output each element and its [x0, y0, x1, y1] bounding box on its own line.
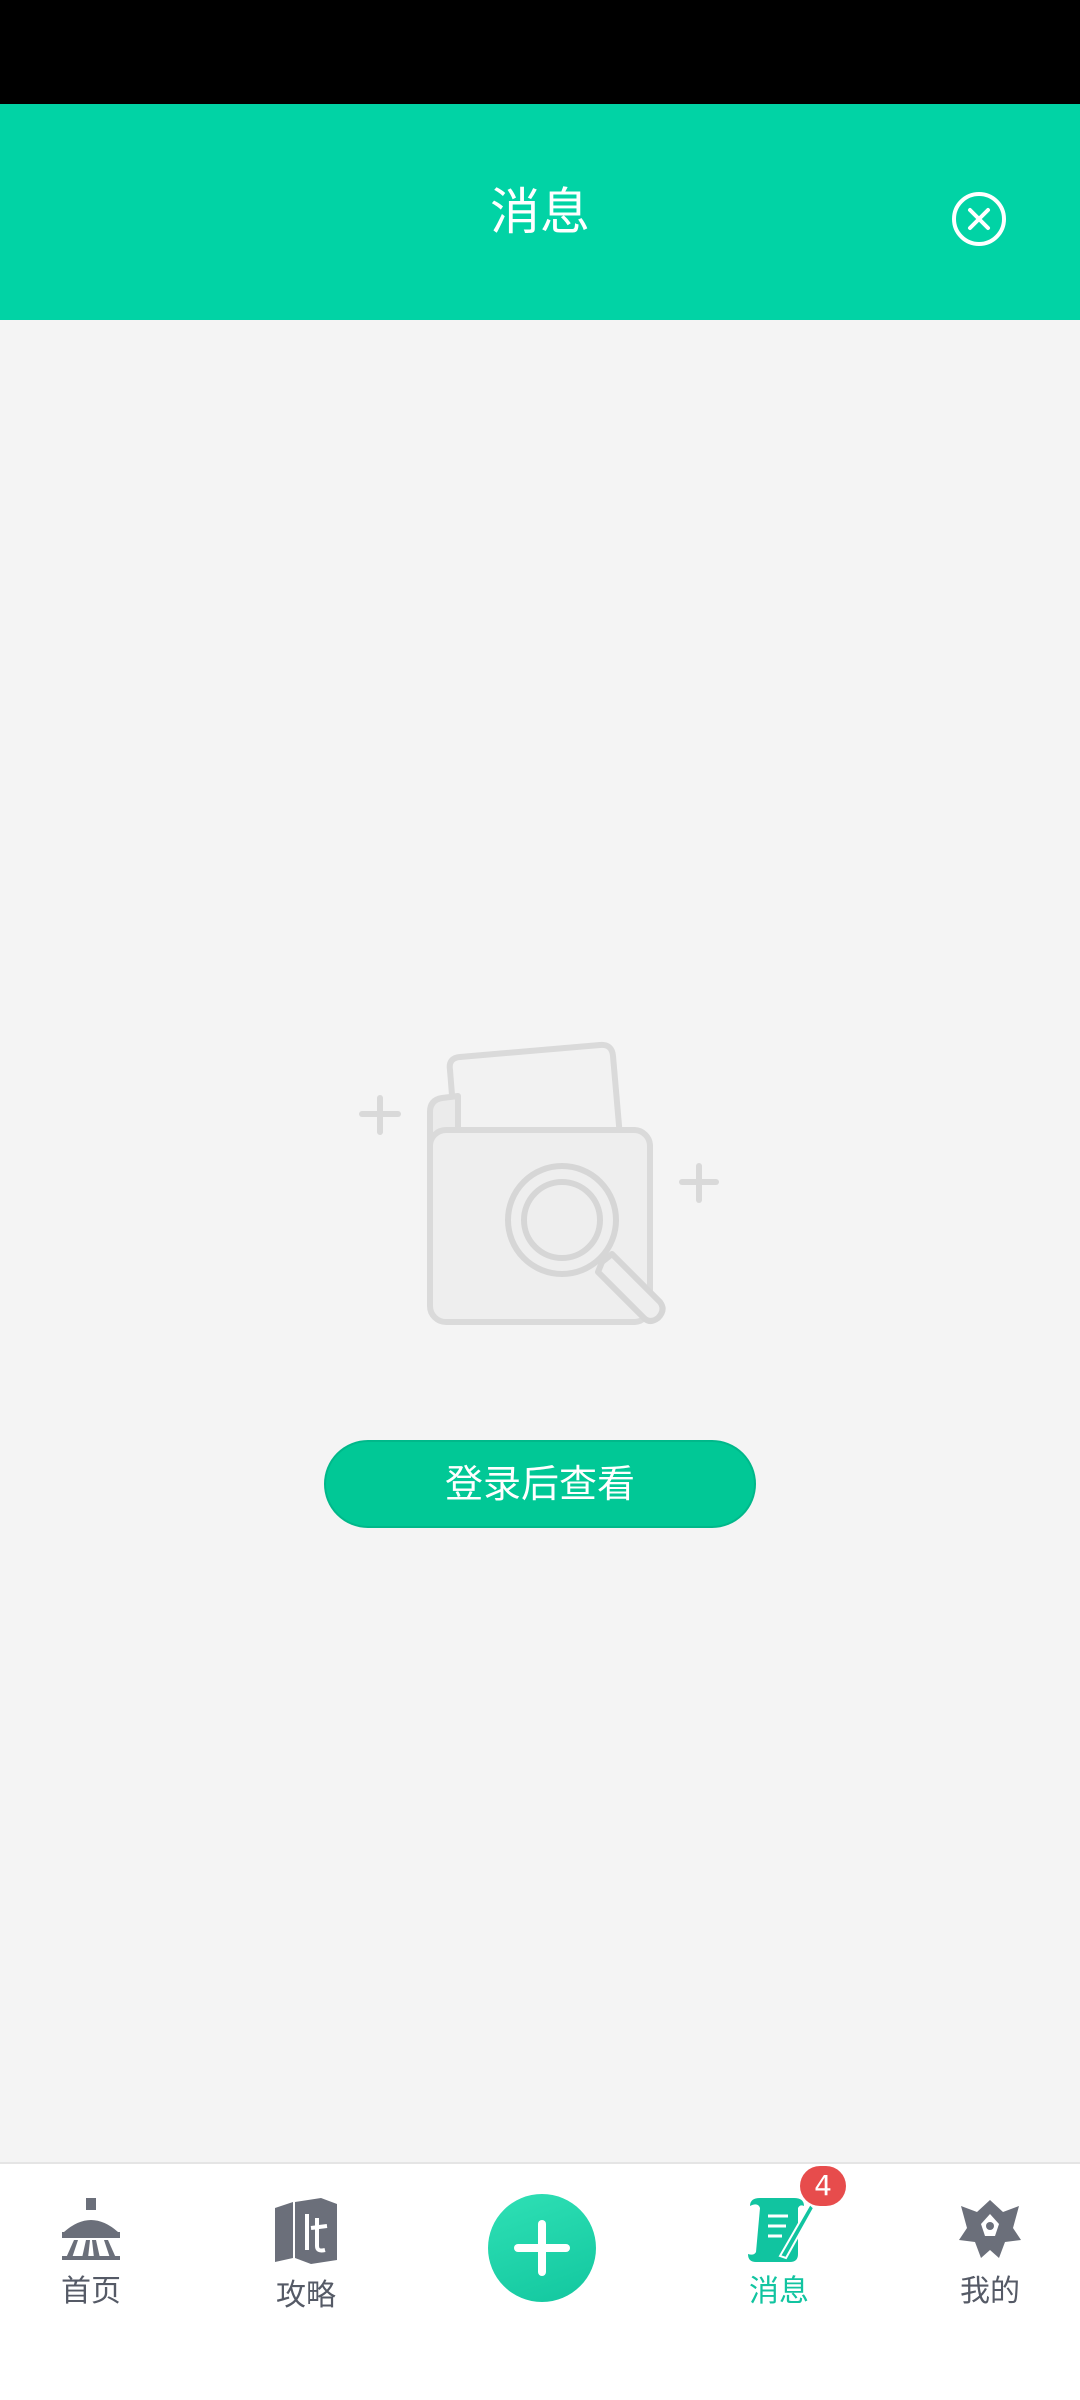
bottom-tab-bar: 首页 攻略 消息 我的: [0, 2162, 1080, 2400]
tab-guide[interactable]: 攻略: [236, 2194, 376, 2324]
tab-home[interactable]: 首页: [21, 2194, 161, 2324]
close-button[interactable]: [952, 192, 1006, 246]
status-bar: [0, 0, 1080, 104]
add-icon: [514, 2220, 570, 2276]
add-button[interactable]: [488, 2194, 596, 2302]
close-circle-icon: [968, 208, 990, 230]
tab-mine-label: 我的: [960, 2274, 1020, 2309]
unread-badge: 4: [800, 2166, 846, 2206]
header-bar: 消息: [0, 104, 1080, 320]
login-to-view-button[interactable]: 登录后查看: [324, 1440, 756, 1528]
tab-mine[interactable]: 我的: [920, 2194, 1060, 2324]
page-title: 消息: [490, 183, 590, 241]
tab-messages-label: 消息: [749, 2274, 809, 2309]
profile-crest-icon: [959, 2200, 1021, 2258]
tab-home-label: 首页: [61, 2274, 121, 2309]
message-scroll-icon: [748, 2198, 814, 2262]
home-pavilion-icon: [62, 2198, 120, 2260]
empty-folder-search-icon: [359, 1041, 719, 1325]
guide-book-icon: [275, 2198, 337, 2264]
tab-guide-label: 攻略: [276, 2278, 336, 2313]
tab-messages[interactable]: 消息: [709, 2194, 849, 2324]
